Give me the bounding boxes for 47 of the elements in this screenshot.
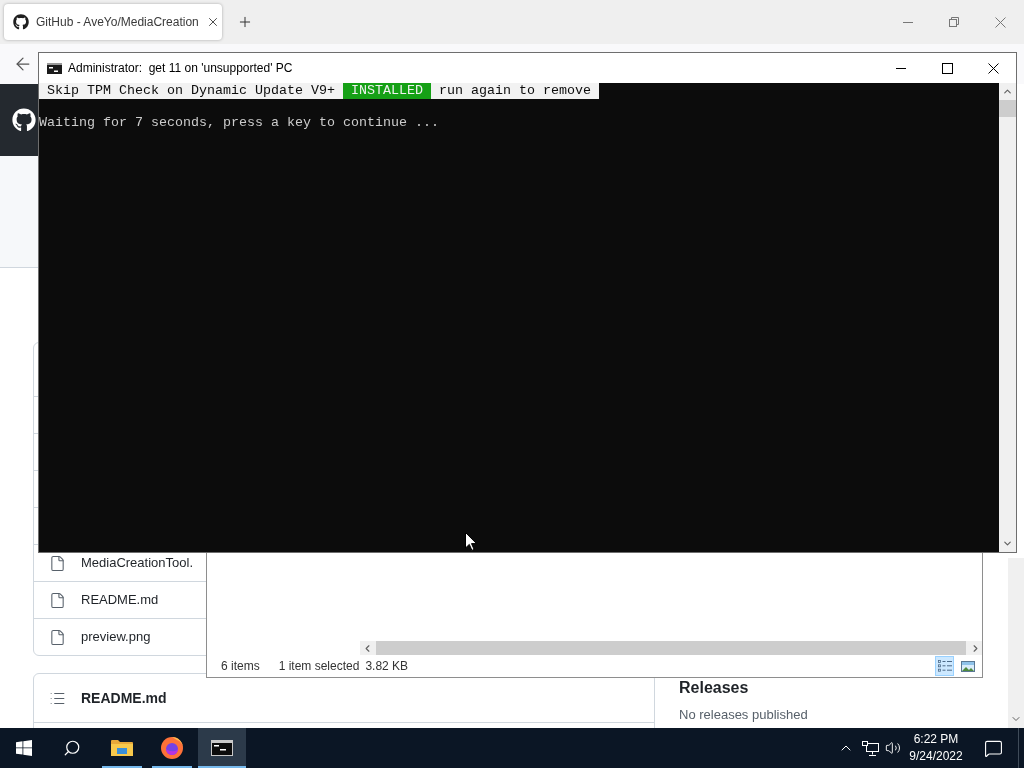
terminal-icon <box>211 740 233 756</box>
speaker-icon <box>885 740 901 756</box>
taskbar-app-button[interactable] <box>198 728 246 768</box>
item-count: 6 items <box>221 658 260 675</box>
readme-title[interactable]: README.md <box>81 687 167 709</box>
highlighted-console-text: run again to remove <box>430 83 599 99</box>
selection-size: 3.82 KB <box>365 658 409 675</box>
details-view-icon <box>937 660 952 672</box>
page-scrollbar[interactable] <box>1008 558 1024 728</box>
picture-thumbnail-icon <box>960 660 975 672</box>
folder-icon <box>111 739 133 757</box>
selection-status: 1 item selected <box>278 658 360 675</box>
file-name[interactable]: MediaCreationTool. <box>81 553 193 573</box>
console-output-line: Waiting for 7 seconds, press a key to continue ... <box>39 115 439 131</box>
window-title: Administrator: get 11 on 'unsupported' PC <box>68 60 293 77</box>
clock-button[interactable]: 6:22 PM 9/24/2022 <box>904 728 968 768</box>
clock-date: 9/24/2022 <box>909 748 963 765</box>
file-icon <box>49 554 66 572</box>
releases-empty-text: No releases published <box>679 706 808 724</box>
minimize-icon <box>896 67 906 69</box>
speech-bubble-icon <box>983 738 1003 758</box>
console-app-icon <box>47 62 62 74</box>
status-label: INSTALLED <box>342 83 431 99</box>
console-scrollbar[interactable] <box>999 83 1016 552</box>
scrollbar-thumb[interactable] <box>999 100 1016 117</box>
search-icon <box>63 739 81 757</box>
close-icon <box>994 16 1006 28</box>
network-icon <box>861 740 879 756</box>
close-icon <box>987 62 999 74</box>
file-name[interactable]: README.md <box>81 590 159 610</box>
view-toggle-button[interactable] <box>935 656 954 676</box>
releases-heading: Releases <box>679 678 750 698</box>
browser-tab[interactable]: GitHub - AveYo/MediaCreation <box>4 4 222 40</box>
browser-logo-icon <box>161 737 183 759</box>
restore-icon <box>949 17 959 27</box>
github-logo-icon[interactable] <box>12 108 36 132</box>
file-name[interactable]: preview.png <box>81 627 151 647</box>
minimize-icon <box>903 21 913 23</box>
github-logo-icon <box>13 14 29 30</box>
windows-logo-icon <box>16 740 32 756</box>
maximize-icon <box>941 62 953 74</box>
file-icon <box>49 591 66 609</box>
file-icon <box>49 628 66 646</box>
clock-time: 6:22 PM <box>913 731 959 748</box>
chevron-down-icon[interactable] <box>1002 538 1013 549</box>
highlighted-console-text: Skip TPM Check on Dynamic Update V9+ <box>39 83 343 99</box>
new-tab-icon[interactable] <box>237 14 253 30</box>
